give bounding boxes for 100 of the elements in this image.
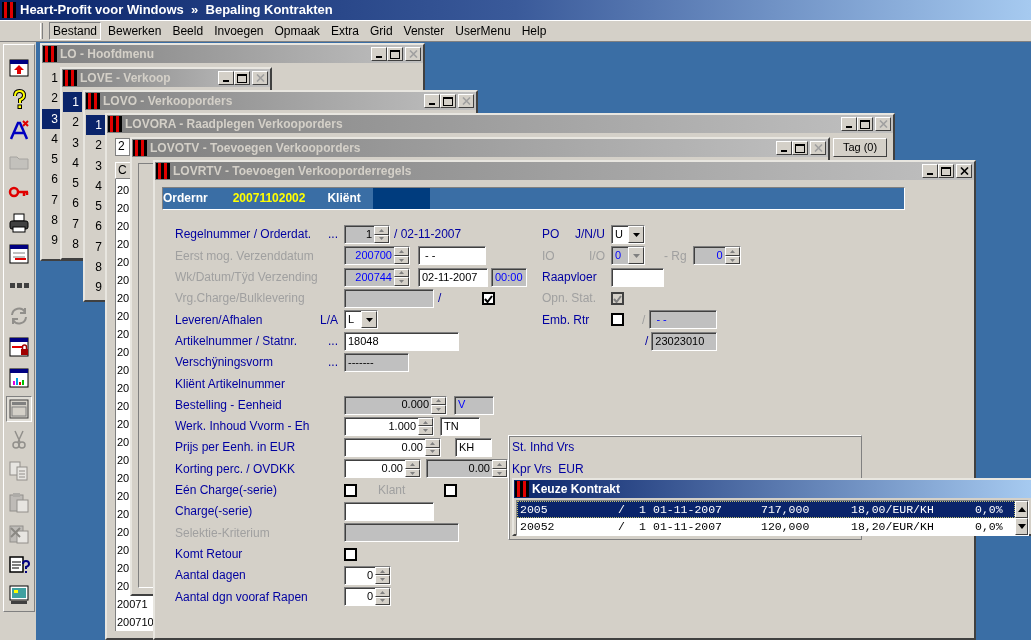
field-label: Werk. Inhoud Vvorm - Eh — [175, 419, 310, 434]
menu-item[interactable]: Help — [517, 21, 551, 41]
spin-down-button[interactable] — [405, 468, 420, 478]
text-field[interactable]: ------- — [344, 352, 409, 372]
menu-list-item[interactable]: 9 — [86, 277, 105, 298]
menu-list-item[interactable]: 3 — [63, 132, 82, 153]
menu-item[interactable]: Extra — [326, 21, 363, 41]
dropdown-button[interactable] — [361, 311, 377, 329]
minimize-button[interactable] — [841, 117, 857, 131]
menu-list-item[interactable]: 4 — [42, 128, 61, 150]
spin-down-button[interactable] — [425, 447, 440, 457]
spin-down-button[interactable] — [374, 234, 389, 244]
menu-list-item[interactable]: 5 — [86, 196, 105, 217]
menu-list-item[interactable]: 1 — [86, 115, 105, 136]
menu-item[interactable]: Grid — [365, 21, 397, 41]
menu-list-item[interactable]: 2 — [86, 135, 105, 156]
check-icon — [484, 294, 494, 303]
close-button[interactable] — [956, 164, 972, 178]
menu-item[interactable]: Invoegen — [210, 21, 268, 41]
checkbox[interactable] — [344, 547, 357, 561]
checkbox[interactable] — [611, 313, 624, 327]
minimize-button[interactable] — [371, 47, 387, 61]
menu-list-item[interactable]: 9 — [42, 230, 61, 251]
text-field[interactable]: 23023010 — [651, 331, 718, 351]
menu-list-item[interactable]: 5 — [63, 173, 82, 194]
menu-list-item[interactable]: 8 — [63, 234, 82, 255]
spin-down-button[interactable] — [375, 575, 390, 584]
maximize-button[interactable] — [857, 117, 873, 131]
menu-item[interactable]: Opmaak — [270, 21, 324, 41]
toolbar-button[interactable] — [6, 334, 32, 360]
minimize-button[interactable] — [218, 71, 234, 85]
menu-item[interactable]: Beeld — [168, 21, 208, 41]
minimize-button[interactable] — [776, 141, 792, 155]
maximize-button[interactable] — [792, 141, 808, 155]
spin-down-button[interactable] — [492, 468, 507, 478]
menu-list-item[interactable]: 6 — [42, 169, 61, 190]
maximize-button[interactable] — [234, 71, 250, 85]
menu-list-item[interactable]: 2 — [42, 88, 61, 109]
spin-down-button[interactable] — [431, 405, 446, 414]
dropdown-button[interactable] — [628, 226, 644, 244]
contract-row[interactable]: 2005 / 1 01-11-2007 717,000 18,00/EUR/KH 0,0% — [517, 501, 1015, 518]
grid-tab[interactable]: 2 — [115, 138, 130, 156]
spin-down-button[interactable] — [375, 596, 390, 606]
scroll-down-button[interactable] — [1015, 518, 1028, 535]
menu-item[interactable]: Venster — [399, 21, 449, 41]
menu-list-item[interactable]: 2 — [63, 112, 82, 133]
spin-up-button[interactable] — [405, 460, 420, 469]
toolbar-button[interactable] — [6, 210, 32, 236]
menu-list-item[interactable]: 8 — [42, 210, 61, 231]
menu-list-item[interactable]: 5 — [42, 149, 61, 170]
text-field[interactable] — [611, 267, 664, 287]
spin-field[interactable]: 0.00 — [344, 459, 421, 479]
menu-list-item[interactable]: 6 — [86, 216, 105, 237]
menu-list-item[interactable]: 4 — [63, 152, 82, 174]
spin-field[interactable]: 0 — [344, 587, 391, 607]
spin-up-button[interactable] — [425, 439, 440, 448]
scroll-up-button[interactable] — [1015, 501, 1028, 518]
spin-field[interactable]: 0.000 — [344, 395, 447, 415]
menu-item[interactable]: UserMenu — [451, 21, 515, 41]
menu-item[interactable]: Bestand — [49, 21, 102, 41]
toolbar-button[interactable] — [6, 241, 32, 267]
menu-list-item[interactable]: 7 — [42, 189, 61, 211]
menu-list-item[interactable]: 6 — [63, 193, 82, 214]
dropdown-field[interactable]: L — [344, 310, 378, 330]
contract-row[interactable]: 20052 / 1 01-11-2007 120,000 18,20/EUR/KH 0,0% — [517, 518, 1015, 535]
spin-up-button[interactable] — [492, 460, 507, 469]
spin-field[interactable]: 0.00 — [426, 459, 508, 479]
client-field[interactable] — [372, 188, 430, 209]
text-field[interactable]: - - — [649, 310, 718, 330]
tag-button[interactable]: Tag (0) — [833, 138, 887, 157]
dropdown-field[interactable]: U — [611, 225, 645, 245]
menu-list-item[interactable]: 1 — [63, 92, 82, 113]
menu-item[interactable]: Bewerken — [104, 21, 166, 41]
text-field[interactable]: KH — [455, 438, 492, 458]
spin-up-button[interactable] — [375, 588, 390, 597]
menu-list-item[interactable]: 3 — [86, 155, 105, 176]
spin-field[interactable]: 0.00 — [344, 438, 441, 458]
minimize-button[interactable] — [922, 164, 938, 178]
menu-list-item[interactable]: 8 — [86, 257, 105, 278]
text-field[interactable]: 18048 — [344, 331, 459, 351]
menu-list-item[interactable]: 4 — [86, 175, 105, 197]
minimize-button[interactable] — [424, 94, 440, 108]
menu-list-item[interactable]: 7 — [86, 236, 105, 258]
menu-list-item[interactable]: 7 — [63, 213, 82, 235]
text-field[interactable] — [344, 502, 434, 521]
maximize-button[interactable] — [938, 164, 954, 178]
checkbox[interactable] — [344, 483, 357, 497]
spin-field[interactable]: 1.000 — [344, 416, 434, 436]
spin-field[interactable]: 1 — [344, 225, 390, 245]
maximize-button[interactable] — [440, 94, 456, 108]
spin-up-button[interactable] — [374, 226, 389, 235]
menu-list-item[interactable]: 3 — [42, 108, 61, 129]
checkbox[interactable] — [444, 483, 458, 497]
menu-list-item[interactable]: 1 — [42, 68, 61, 89]
toolbar-button[interactable] — [6, 365, 32, 391]
text-field[interactable]: TN — [440, 416, 480, 436]
maximize-button[interactable] — [387, 47, 403, 61]
text-field[interactable]: V — [454, 395, 494, 415]
spin-field[interactable]: 0 — [344, 565, 391, 585]
spin-down-button[interactable] — [418, 426, 433, 435]
